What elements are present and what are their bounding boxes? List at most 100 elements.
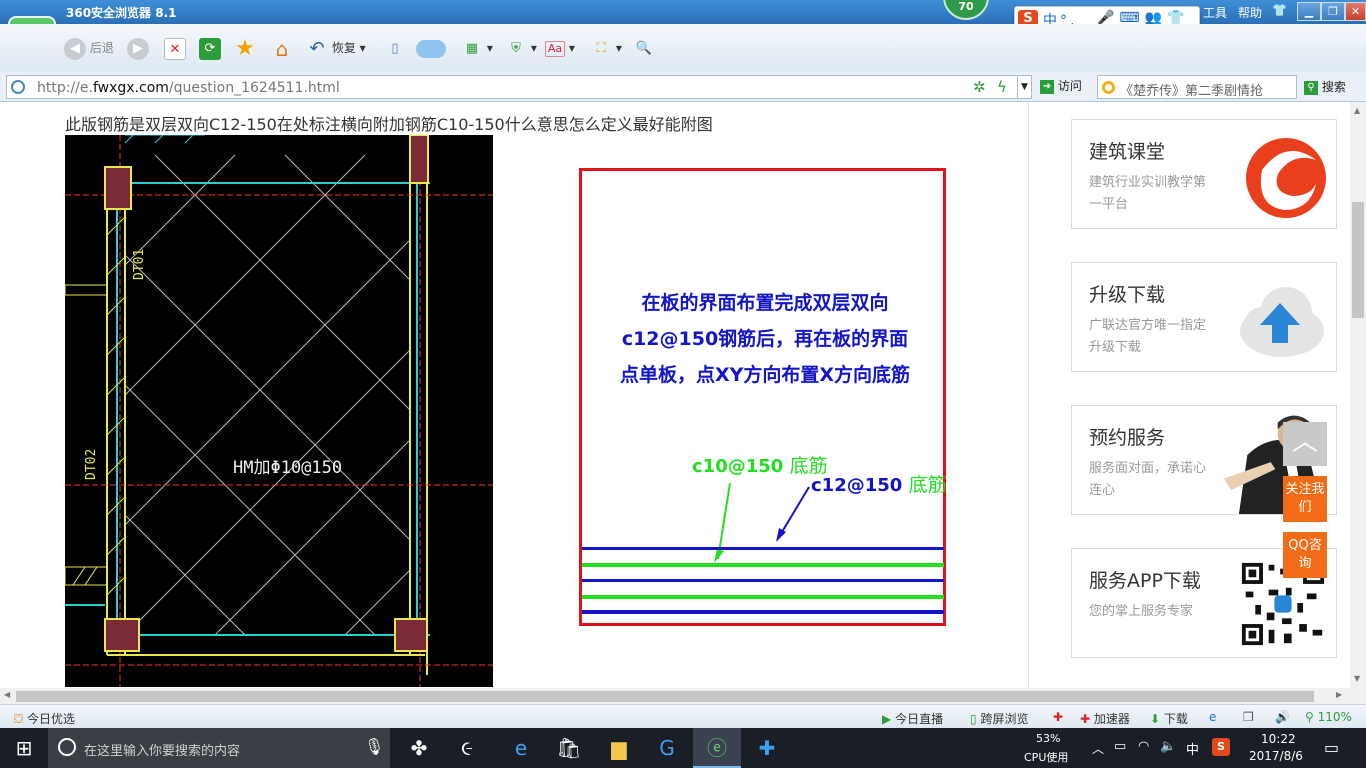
- taskbar-search-placeholder: 在这里输入你要搜索的内容: [84, 744, 241, 759]
- back-to-top-button[interactable]: ︿: [1283, 422, 1327, 466]
- phone-button[interactable]: ▯: [384, 36, 406, 60]
- refresh-button[interactable]: ⟳: [199, 36, 221, 60]
- download-label: 下载: [1163, 712, 1188, 726]
- today-picks-label: 今日优选: [26, 712, 75, 726]
- battery-icon[interactable]: ▭: [1114, 739, 1126, 754]
- start-button[interactable]: ⊞: [0, 728, 48, 768]
- volume-icon[interactable]: 🔊: [1275, 710, 1290, 724]
- taskbar-app-edge[interactable]: e: [497, 728, 545, 768]
- skin-icon[interactable]: 👕: [1272, 3, 1287, 17]
- scroll-right-icon[interactable]: ▶: [1336, 690, 1342, 699]
- follow-us-button[interactable]: 关注我们: [1283, 476, 1327, 522]
- stop-button[interactable]: ✕: [164, 36, 186, 60]
- rebar-line-blue-middle: [582, 579, 944, 582]
- address-bar[interactable]: http://e.fwxgx.com/question_1624511.html…: [6, 75, 1032, 99]
- taskbar-app-glodon[interactable]: G: [643, 728, 691, 768]
- cloud-button[interactable]: [416, 36, 446, 60]
- qq-consult-button[interactable]: QQ咨询: [1283, 532, 1327, 578]
- cross-screen[interactable]: ▯ 跨屏浏览: [970, 710, 1028, 727]
- restore-label: 恢复: [331, 41, 356, 55]
- search-input[interactable]: 《楚乔传》第二季剧情抢: [1097, 75, 1297, 99]
- cross-screen-label: 跨屏浏览: [980, 712, 1029, 726]
- shield-icon: ⛨: [511, 40, 521, 56]
- clock-date[interactable]: 2017/8/6: [1249, 749, 1303, 763]
- taskbar-app-store[interactable]: 🛍: [545, 728, 593, 768]
- card-service-title: 预约服务: [1089, 427, 1166, 449]
- taskbar-app-360-browser[interactable]: ⓔ: [693, 728, 741, 768]
- today-live[interactable]: ▶ 今日直播: [882, 710, 943, 727]
- menu-help[interactable]: 帮助: [1238, 4, 1262, 21]
- ie-icon[interactable]: e: [1209, 710, 1216, 724]
- accelerator[interactable]: ✚ 加速器: [1080, 710, 1130, 727]
- forward-button[interactable]: ▶: [127, 36, 149, 60]
- home-button[interactable]: ⌂: [271, 36, 293, 60]
- restore-button[interactable]: ↶ 恢复 ▾: [306, 36, 365, 60]
- speed-icon[interactable]: ✲: [973, 78, 986, 96]
- cad-label-dt02: DT02: [84, 449, 99, 480]
- card-course[interactable]: 建筑课堂 建筑行业实训教学第一平台: [1071, 119, 1337, 229]
- store-icon: 🛍: [556, 736, 582, 760]
- logo-swirl-icon: [1246, 138, 1326, 218]
- vertical-scrollbar[interactable]: ▲ ▼: [1350, 102, 1366, 688]
- plus-app-icon: ✚: [758, 736, 776, 760]
- gift-icon: ⛋: [14, 712, 24, 726]
- search-icon: ⚲: [1304, 80, 1318, 95]
- accelerator-label: 加速器: [1093, 712, 1130, 726]
- taskbar-app-swirl[interactable]: ૯: [443, 728, 491, 768]
- url-domain: fwxgx.com: [92, 80, 169, 96]
- tray-chevron-up-icon[interactable]: ︿: [1092, 740, 1104, 757]
- today-picks[interactable]: ⛋ 今日优选: [14, 710, 75, 727]
- card-upgrade[interactable]: 升级下载 广联达官方唯一指定升级下载: [1071, 262, 1337, 372]
- card-app-title: 服务APP下载: [1089, 570, 1201, 592]
- download[interactable]: ⬇ 下载: [1150, 710, 1188, 727]
- zoom-level[interactable]: ⚲ 110%: [1305, 710, 1352, 724]
- horizontal-scroll-thumb[interactable]: [16, 691, 1314, 702]
- favorite-button[interactable]: ★: [234, 36, 256, 60]
- minimize-button[interactable]: ▁: [1297, 2, 1321, 21]
- card-course-title: 建筑课堂: [1089, 141, 1166, 163]
- cpu-label: CPU使用: [1024, 751, 1069, 764]
- go-arrow-icon: ➜: [1040, 79, 1054, 94]
- maximize-button[interactable]: ❐: [1321, 2, 1345, 21]
- visit-button[interactable]: ➜ 访问: [1040, 77, 1082, 94]
- lightning-icon[interactable]: ϟ: [997, 78, 1007, 96]
- windows-icon[interactable]: ❐: [1243, 710, 1254, 724]
- search-button[interactable]: ⚲ 搜索: [1304, 78, 1346, 95]
- back-button[interactable]: ◀ 后退: [64, 36, 114, 60]
- taskbar-app-plus[interactable]: ✚: [743, 728, 791, 768]
- notification-icon[interactable]: ▭: [1324, 738, 1339, 757]
- translate-button[interactable]: Aa ▾: [545, 36, 575, 60]
- vertical-scroll-thumb[interactable]: [1352, 202, 1364, 318]
- scroll-up-icon[interactable]: ▲: [1354, 106, 1360, 115]
- card-upgrade-desc: 广联达官方唯一指定升级下载: [1089, 318, 1207, 355]
- wifi-icon[interactable]: ◠: [1138, 739, 1149, 754]
- taskbar-app-explorer[interactable]: ▆: [595, 728, 643, 768]
- swirl-icon: ૯: [461, 736, 473, 760]
- tray-sogou-icon[interactable]: S: [1212, 738, 1230, 756]
- screenshot-button[interactable]: ⛶ ▾: [590, 36, 621, 60]
- zoom-tool-button[interactable]: 🔍: [633, 36, 655, 60]
- taskbar-search-input[interactable]: 在这里输入你要搜索的内容 🎙: [48, 728, 390, 768]
- translate-icon: Aa: [545, 40, 565, 57]
- medical-icon[interactable]: ✚: [1053, 710, 1063, 724]
- address-row: http://e.fwxgx.com/question_1624511.html…: [0, 72, 1366, 102]
- microphone-icon[interactable]: 🎙: [364, 737, 384, 756]
- cad-rebar-note: HM加Φ10@150: [233, 458, 342, 478]
- scroll-left-icon[interactable]: ◀: [4, 690, 10, 699]
- scroll-down-icon[interactable]: ▼: [1354, 674, 1360, 683]
- taskbar-app-settings[interactable]: ✤: [395, 728, 443, 768]
- content-divider: [1028, 102, 1029, 688]
- cloud-icon: [416, 39, 446, 58]
- speaker-icon[interactable]: 🔈: [1160, 739, 1176, 754]
- question-title: 此版钢筋是双层双向C12-150在处标注横向附加钢筋C10-150什么意思怎么定…: [65, 115, 713, 134]
- horizontal-scrollbar[interactable]: ◀ ▶: [0, 688, 1366, 704]
- url-text[interactable]: http://e.fwxgx.com/question_1624511.html: [37, 80, 340, 96]
- chevron-down-icon[interactable]: ▼: [1017, 76, 1031, 98]
- close-button[interactable]: ✕: [1345, 2, 1366, 21]
- menu-tools[interactable]: 工具: [1203, 4, 1227, 21]
- tray-ime[interactable]: 中: [1186, 739, 1199, 758]
- diagram-arrows: [714, 482, 810, 563]
- clock-time[interactable]: 10:22: [1261, 732, 1296, 746]
- apps-button[interactable]: ▦ ▾: [461, 36, 493, 60]
- shield-button[interactable]: ⛨ ▾: [505, 36, 537, 60]
